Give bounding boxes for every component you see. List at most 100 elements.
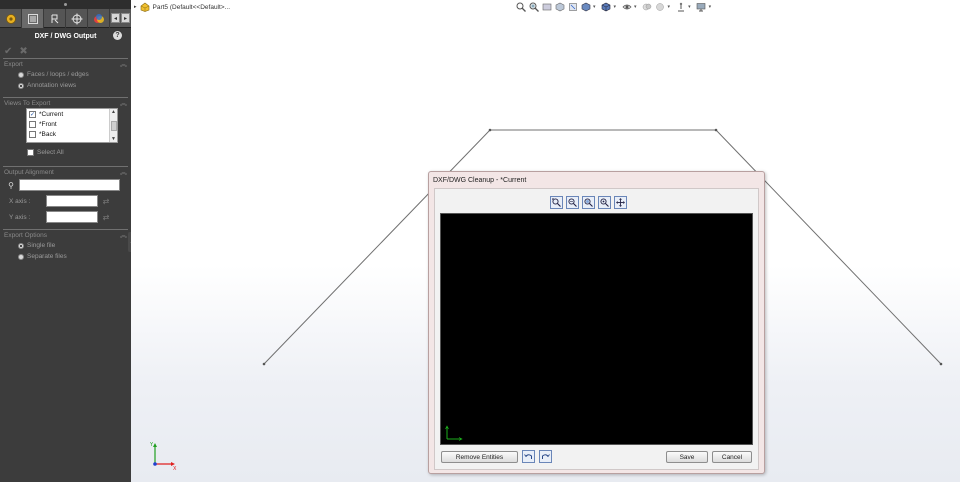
scroll-thumb[interactable] [110,120,117,131]
views-section-header[interactable]: Views To Export ︽ [3,98,128,108]
collapse-chevron-icon[interactable]: ︽ [120,230,127,240]
dialog-title: DXF/DWG Cleanup - *Current [433,176,527,184]
dialog-title-bar[interactable]: DXF/DWG Cleanup - *Current [429,172,764,188]
save-button[interactable]: Save [666,451,708,463]
views-list[interactable]: ✓ *Current *Front *Back ▲ ▼ [26,108,118,143]
radio-label: Separate files [27,253,67,260]
checkbox-checked-icon[interactable]: ✓ [29,110,36,118]
section-title: Output Alignment [4,168,54,176]
export-options-header[interactable]: Export Options ︽ [3,230,128,240]
cancel-button[interactable]: Cancel [712,451,752,463]
origin-field[interactable] [19,179,120,191]
alignment-section-header[interactable]: Output Alignment ︽ [3,167,128,177]
tab-scroll-right-icon[interactable]: ▸ [121,13,130,23]
undo-button[interactable] [522,450,535,463]
export-section-header[interactable]: Export ︽ [3,59,128,69]
cancel-x-icon[interactable]: ✖ [19,46,27,57]
tab-configuration-manager[interactable] [44,9,66,28]
radio-button-icon[interactable] [18,253,24,260]
radio-button-selected-icon[interactable] [18,82,24,89]
list-item[interactable]: *Back [27,129,117,139]
tab-scroll-arrows: ◂ ▸ [111,13,130,23]
previous-view-icon[interactable] [541,1,552,12]
select-all-label: Select All [37,148,64,156]
ok-check-icon[interactable]: ✔ [4,46,12,57]
property-manager-panel: ◂ ▸ DXF / DWG Output ? ✔ ✖ Export ︽ Face… [0,0,131,482]
hide-show-items-icon[interactable] [621,1,632,12]
help-icon[interactable]: ? [113,31,122,40]
section-view-icon[interactable] [554,1,565,12]
grip-dot-icon [64,3,67,6]
view-setting-icon[interactable] [675,1,686,12]
view-label: *Front [39,120,57,128]
tab-feature-manager[interactable] [0,9,22,28]
vertex-point [488,128,492,132]
tab-dimxpert-manager[interactable] [66,9,88,28]
radio-label: Annotation views [27,82,77,89]
chevron-down-icon[interactable]: ▾ [688,4,691,10]
apply-scene-icon[interactable] [655,1,666,12]
collapse-chevron-icon[interactable]: ︽ [120,59,127,69]
chevron-down-icon[interactable]: ▾ [668,4,671,10]
zoom-to-fit-icon[interactable] [550,196,563,209]
tree-part-label: Part5 (Default<<Default>... [152,3,231,11]
reference-triad-icon: Y X [149,442,177,472]
reverse-direction-icon[interactable]: ⇄ [101,212,111,222]
feature-tree-flyout[interactable]: ▸ Part5 (Default<<Default>... [134,2,230,12]
remove-entities-button[interactable]: Remove Entities [441,451,518,463]
collapse-chevron-icon[interactable]: ︽ [120,98,127,108]
checkbox-icon[interactable] [29,130,36,138]
zoom-to-selection-icon[interactable] [598,196,611,209]
checkbox-icon[interactable] [29,120,36,128]
monitor-icon[interactable] [696,1,707,12]
display-style-icon[interactable] [601,1,612,12]
views-to-export-section: Views To Export ︽ ✓ *Current *Front *Bac… [3,97,128,158]
dxf-preview-canvas[interactable] [440,213,753,445]
dynamic-annotation-icon[interactable] [567,1,578,12]
reverse-direction-icon[interactable]: ⇄ [101,196,111,206]
panel-grip[interactable] [0,0,131,9]
configuration-icon [51,14,58,23]
checkbox-icon[interactable] [27,148,34,156]
collapse-chevron-icon[interactable]: ︽ [120,167,127,177]
radio-annotation-views[interactable]: Annotation views [3,80,128,91]
tab-display-manager[interactable] [88,9,110,28]
list-item[interactable]: *Front [27,119,117,129]
radio-button-icon[interactable] [18,71,24,78]
dialog-body: Remove Entities Save Cancel [434,188,759,470]
y-axis-field[interactable] [46,211,98,223]
tab-property-manager[interactable] [22,9,44,28]
property-manager-title: DXF / DWG Output ? [0,28,131,44]
page-title: DXF / DWG Output [34,32,97,40]
chevron-down-icon[interactable]: ▾ [709,4,712,10]
radio-faces-loops-edges[interactable]: Faces / loops / edges [3,69,128,80]
zoom-to-area-icon[interactable] [528,1,539,12]
origin-row: ⚲ [3,177,128,193]
scroll-down-icon[interactable]: ▼ [111,136,116,142]
radio-separate-files[interactable]: Separate files [3,251,128,262]
pan-icon[interactable] [614,196,627,209]
y-axis-label: Y axis : [9,213,31,221]
scroll-up-icon[interactable]: ▲ [111,109,116,115]
x-axis-field[interactable] [46,195,98,207]
views-scrollbar[interactable]: ▲ ▼ [109,109,117,142]
edit-appearance-icon[interactable] [642,1,653,12]
section-title: Export Options [4,231,47,239]
zoom-to-area-icon[interactable] [582,196,595,209]
radio-button-selected-icon[interactable] [18,242,24,249]
radio-single-file[interactable]: Single file [3,240,128,251]
zoom-in-out-icon[interactable] [566,196,579,209]
chevron-down-icon[interactable]: ▾ [634,4,637,10]
view-orientation-icon[interactable] [580,1,591,12]
expand-arrow-icon[interactable]: ▸ [134,4,137,10]
zoom-to-fit-icon[interactable] [515,1,526,12]
export-section: Export ︽ Faces / loops / edges Annotatio… [3,58,128,91]
vertex-point [714,128,718,132]
list-item[interactable]: ✓ *Current [27,109,117,119]
redo-button[interactable] [539,450,552,463]
chevron-down-icon[interactable]: ▾ [593,4,596,10]
property-list-icon [27,13,38,24]
chevron-down-icon[interactable]: ▾ [614,4,617,10]
tab-scroll-left-icon[interactable]: ◂ [111,13,120,23]
select-all-checkbox[interactable]: Select All [3,146,128,158]
